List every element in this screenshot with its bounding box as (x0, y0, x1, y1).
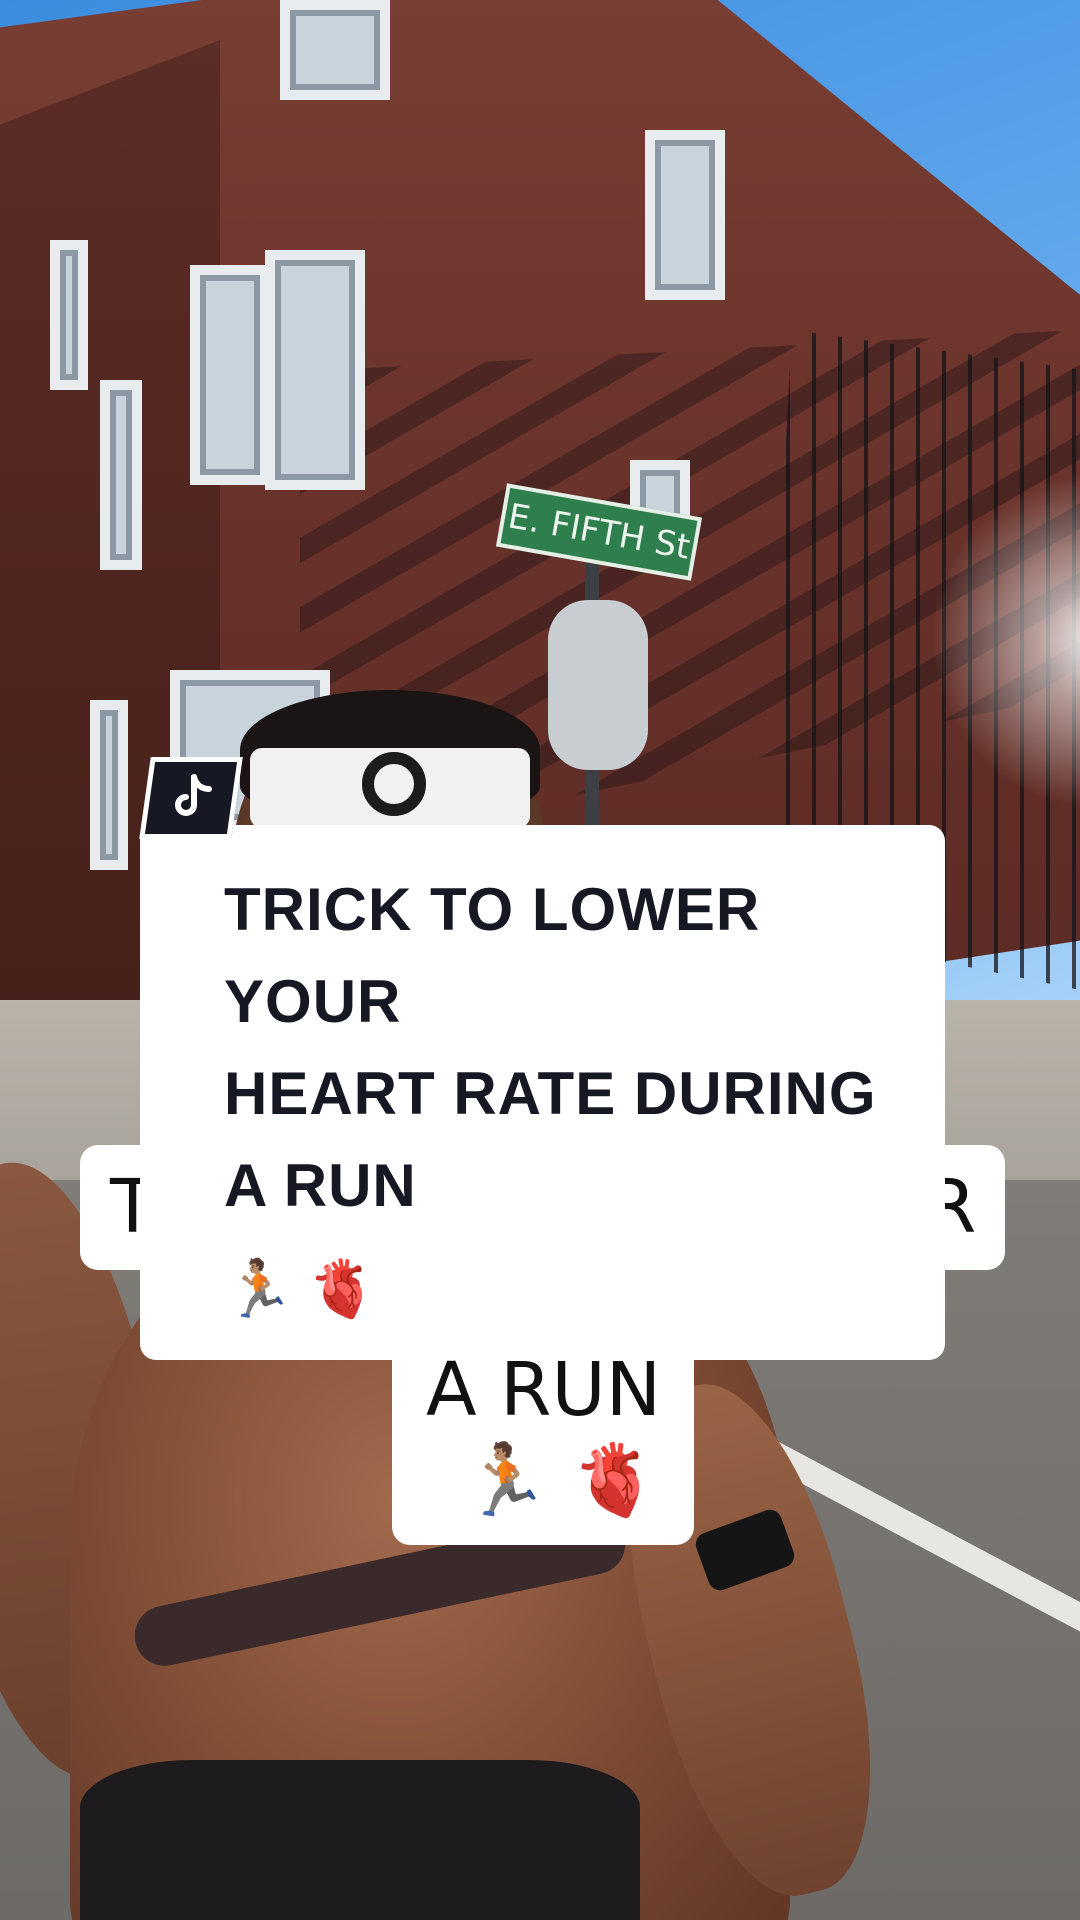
tiktok-badge (139, 757, 243, 839)
caption-line-2: YOUR (224, 968, 402, 1035)
headband-logo (362, 752, 426, 816)
building-window (280, 0, 390, 100)
caption-card[interactable]: TRICK TO LOWER YOUR HEART RATE DURING A … (140, 825, 945, 1360)
runner-emoji-icon: 🏃🏽 (224, 1257, 294, 1322)
building-window (50, 240, 88, 390)
tiktok-logo-icon (175, 774, 212, 816)
ghost-caption-emoji: 🏃🏽 🫀 (462, 1439, 659, 1521)
building-window (190, 265, 270, 485)
caption-line-4: A RUN (224, 1152, 417, 1219)
anatomical-heart-emoji-icon: 🫀 (307, 1257, 378, 1322)
building-window (90, 700, 128, 870)
caption-emoji-row: 🏃🏽 🫀 (224, 1245, 377, 1335)
building-window (645, 130, 725, 300)
building-window (265, 250, 365, 490)
stop-sign-back (548, 600, 648, 770)
caption-line-1: TRICK TO LOWER (224, 876, 761, 943)
building-window (100, 380, 142, 570)
runner-shorts (80, 1760, 640, 1920)
caption-line-3: HEART RATE DURING (224, 1060, 877, 1127)
